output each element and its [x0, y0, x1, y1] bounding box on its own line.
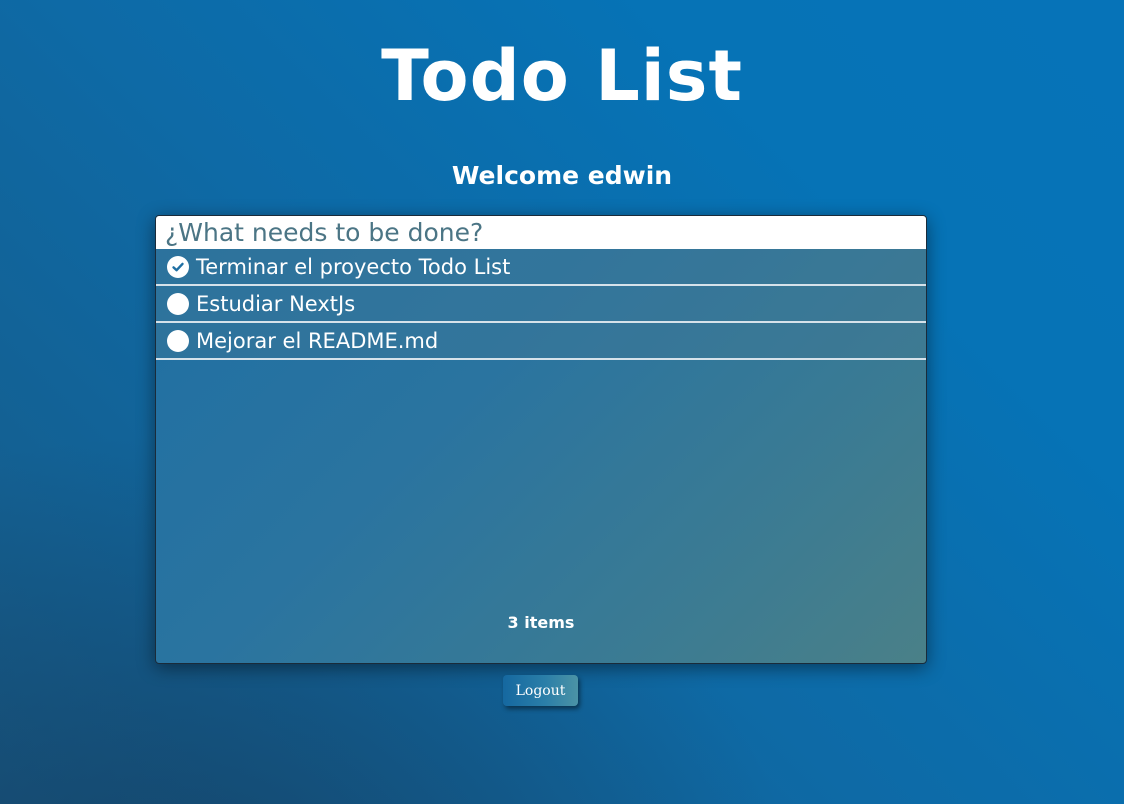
- empty-circle-icon[interactable]: [167, 292, 189, 315]
- welcome-message: Welcome edwin: [451, 161, 673, 190]
- empty-circle-icon[interactable]: [167, 329, 189, 352]
- todo-list: Terminar el proyecto Todo List Estudiar …: [156, 249, 926, 360]
- todo-item[interactable]: Terminar el proyecto Todo List: [156, 249, 926, 286]
- todo-item[interactable]: Mejorar el README.md: [156, 323, 926, 360]
- new-todo-input[interactable]: [156, 216, 926, 249]
- items-count: 3 items: [507, 613, 575, 632]
- todo-item-label: Estudiar NextJs: [196, 291, 356, 316]
- todo-item-label: Mejorar el README.md: [196, 328, 439, 353]
- todo-item[interactable]: Estudiar NextJs: [156, 286, 926, 323]
- logout-button[interactable]: Logout: [503, 675, 578, 706]
- todo-item-label: Terminar el proyecto Todo List: [196, 254, 511, 279]
- check-circle-icon[interactable]: [167, 255, 189, 278]
- todo-panel: Terminar el proyecto Todo List Estudiar …: [155, 215, 927, 664]
- app-title: Todo List: [381, 35, 743, 117]
